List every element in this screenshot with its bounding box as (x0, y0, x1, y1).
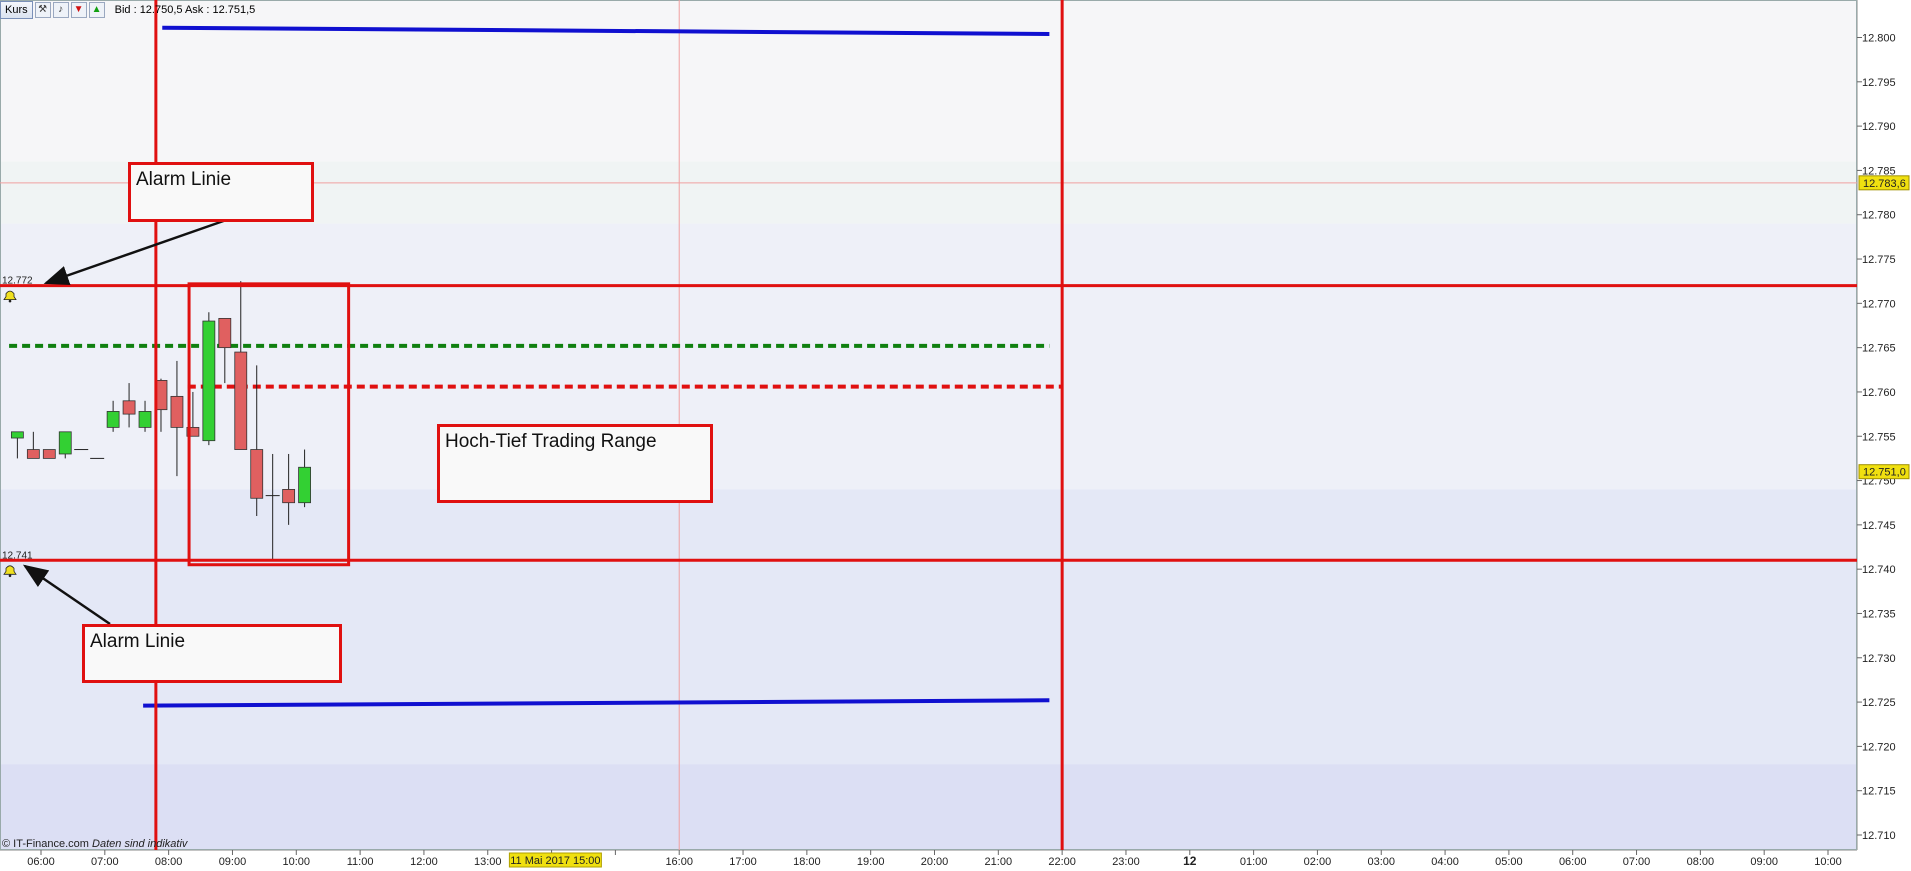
candle-body-bull (106, 411, 120, 428)
bell-icon-clapper (8, 299, 12, 303)
x-tick-label: 13:00 (474, 856, 502, 868)
candle-body-bear (234, 351, 248, 450)
candle-body-bear (170, 395, 184, 428)
x-tick-label-date: 11 Mai 2017 15:00 (510, 855, 600, 867)
price-tag-label: 12.783,6 (1863, 178, 1906, 190)
candle-body-bear (42, 449, 56, 459)
disclaimer-label: Daten sind indikativ (92, 838, 188, 850)
y-tick-label: 12.795 (1862, 77, 1896, 89)
x-tick-label: 10:00 (1814, 856, 1842, 868)
price-tag-label: 12.751,0 (1863, 467, 1906, 479)
chart-canvas[interactable]: 12.80012.79512.79012.78512.78012.77512.7… (0, 0, 1911, 871)
x-tick-label: 08:00 (155, 856, 183, 868)
y-tick-label: 12.775 (1862, 254, 1896, 266)
x-tick-label: 18:00 (793, 856, 821, 868)
alarm-line-label: 12.772 (2, 276, 33, 287)
chart-footer: © IT-Finance.com Daten sind indikativ (2, 838, 187, 850)
x-tick-label: 12 (1183, 854, 1197, 868)
background-band (0, 0, 1856, 162)
x-tick-label: 08:00 (1687, 856, 1715, 868)
x-tick-label: 02:00 (1304, 856, 1332, 868)
up-arrow-icon[interactable]: ▲ (88, 2, 105, 18)
chart-root: 12.800 12.795 12.790 12.785 12.780 12.775 12.7… (0, 0, 1911, 871)
y-tick-label: 12.770 (1862, 298, 1896, 310)
x-tick-label: 07:00 (91, 856, 119, 868)
x-tick-label: 10:00 (283, 856, 311, 868)
y-tick-label: 12.765 (1862, 343, 1896, 355)
x-tick-label: 23:00 (1112, 856, 1140, 868)
candle-body-bull (58, 431, 72, 455)
y-tick-label: 12.730 (1862, 653, 1896, 665)
y-tick-label: 12.760 (1862, 387, 1896, 399)
y-tick-label: 12.735 (1862, 608, 1896, 620)
candle-body-bear (282, 489, 296, 504)
alarm-line-top-annotation: Alarm Linie (128, 162, 314, 222)
background-band (0, 223, 1856, 490)
y-tick-label: 12.780 (1862, 210, 1896, 222)
y-tick-label: 12.745 (1862, 520, 1896, 532)
x-tick-label: 22:00 (1048, 856, 1076, 868)
x-tick-label: 09:00 (219, 856, 247, 868)
candle-body-bull (138, 411, 152, 428)
candle-body-bull (202, 320, 216, 442)
y-tick-label: 12.790 (1862, 121, 1896, 133)
y-tick-label: 12.710 (1862, 830, 1896, 842)
x-tick-label: 03:00 (1367, 856, 1395, 868)
alarm-line-bottom-annotation: Alarm Linie (82, 624, 342, 683)
source-label: © IT-Finance.com (2, 838, 89, 850)
chart-toolbar: Kurs ⚒ ♪ ▼ ▲ Bid : 12.750,5 Ask : 12.751… (0, 0, 255, 20)
y-tick-label: 12.755 (1862, 431, 1896, 443)
kurs-button[interactable]: Kurs (0, 1, 33, 19)
bell-icon-clapper (8, 574, 12, 578)
trading-range-annotation: Hoch-Tief Trading Range (437, 424, 713, 503)
down-arrow-icon[interactable]: ▼ (70, 2, 87, 18)
x-tick-label: 12:00 (410, 856, 438, 868)
background-band (0, 764, 1856, 850)
wrench-icon[interactable]: ⚒ (34, 2, 51, 18)
alarm-line-label: 12.741 (2, 550, 33, 561)
candle-body-bear (218, 317, 232, 349)
y-tick-label: 12.715 (1862, 786, 1896, 798)
candle-body-bull (10, 431, 24, 439)
x-tick-label: 06:00 (27, 856, 55, 868)
x-tick-label: 06:00 (1559, 856, 1587, 868)
x-tick-label: 01:00 (1240, 856, 1268, 868)
bell-icon[interactable]: ♪ (52, 2, 69, 18)
x-tick-label: 21:00 (985, 856, 1013, 868)
x-tick-label: 17:00 (729, 856, 757, 868)
candle-body-bull (298, 466, 311, 504)
bid-ask-quote: Bid : 12.750,5 Ask : 12.751,5 (114, 4, 256, 16)
y-tick-label: 12.740 (1862, 564, 1896, 576)
x-tick-label: 09:00 (1750, 856, 1778, 868)
y-tick-label: 12.725 (1862, 697, 1896, 709)
x-tick-label: 11:00 (347, 856, 374, 868)
x-tick-label: 07:00 (1623, 856, 1651, 868)
x-tick-label: 04:00 (1431, 856, 1459, 868)
x-tick-label: 16:00 (665, 856, 693, 868)
candle-body-bear (250, 449, 264, 499)
candle-body-bear (26, 449, 40, 459)
y-tick-label: 12.720 (1862, 741, 1896, 753)
x-tick-label: 20:00 (921, 856, 949, 868)
y-tick-label: 12.800 (1862, 33, 1896, 45)
candle-body-bear (122, 400, 136, 415)
x-tick-label: 05:00 (1495, 856, 1523, 868)
x-tick-label: 19:00 (857, 856, 885, 868)
